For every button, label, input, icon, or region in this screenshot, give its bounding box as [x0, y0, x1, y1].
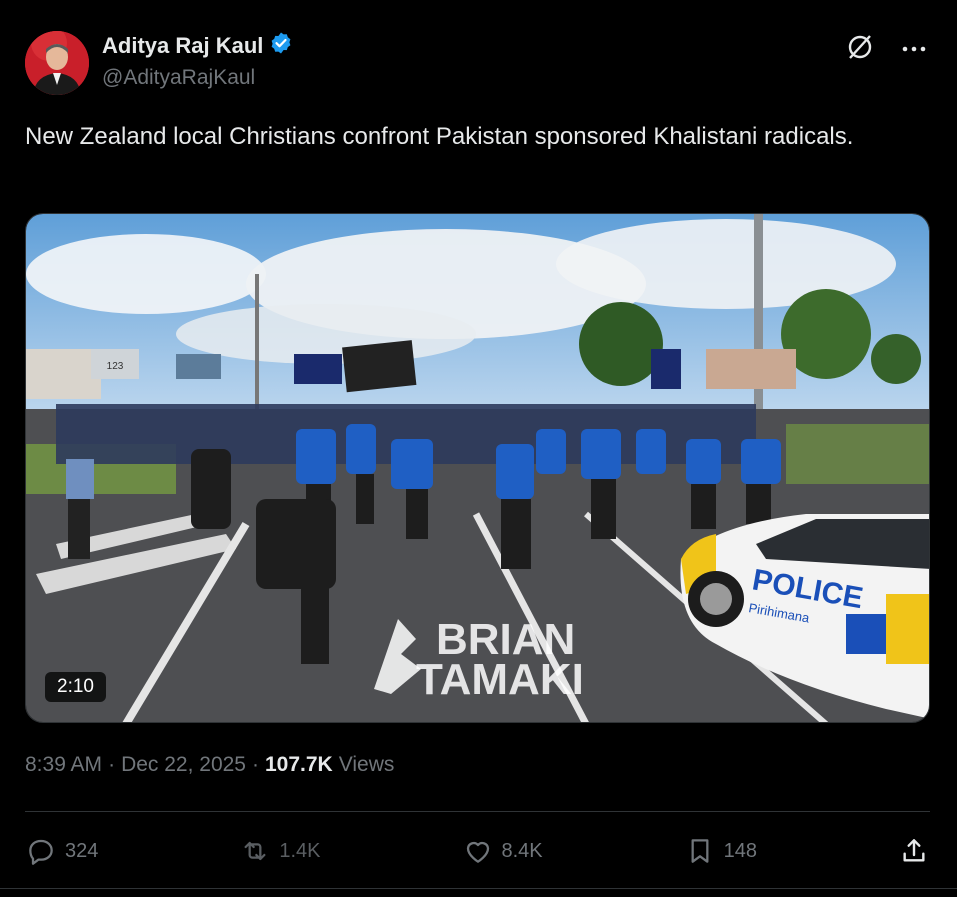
author-name-row[interactable]: Aditya Raj Kaul: [102, 31, 293, 60]
views-count: 107.7K: [265, 753, 333, 776]
author-handle[interactable]: @AdityaRajKaul: [102, 66, 255, 90]
repost-count: 1.4K: [279, 839, 321, 862]
verified-badge-icon: [269, 31, 293, 60]
grok-icon[interactable]: [845, 32, 875, 67]
meta-separator: ·: [252, 753, 259, 776]
bookmark-count: 148: [723, 839, 758, 862]
share-icon: [903, 839, 925, 862]
top-actions: [845, 32, 927, 67]
bottom-border: [0, 888, 957, 889]
divider: [25, 811, 930, 812]
watermark-line2: TAMAKI: [416, 655, 584, 704]
meta-separator: ·: [108, 753, 116, 776]
like-count: 8.4K: [501, 839, 543, 862]
reply-icon: [29, 839, 53, 865]
author-name[interactable]: Aditya Raj Kaul: [102, 33, 263, 59]
bookmark-icon: [691, 839, 709, 863]
avatar-image: [25, 31, 89, 95]
tweet-time[interactable]: 8:39 AM: [25, 753, 102, 777]
heart-icon: [466, 842, 489, 863]
tweet-date[interactable]: Dec 22, 2025: [121, 753, 246, 777]
repost-icon: [244, 841, 266, 861]
more-options-icon[interactable]: [901, 41, 927, 59]
repost-button[interactable]: 1.4K: [239, 835, 321, 867]
share-button[interactable]: [898, 835, 930, 867]
views-label: Views: [338, 753, 395, 776]
like-button[interactable]: 8.4K: [462, 835, 543, 867]
video-thumbnail: 123 POLICE Pirihimana BRIAN TAMAKI: [26, 214, 929, 722]
action-bar: 324 1.4K 8.4K 148: [25, 830, 930, 872]
sign-text: 123: [107, 361, 124, 372]
video-duration: 2:10: [45, 672, 106, 702]
bookmark-button[interactable]: 148: [684, 835, 757, 867]
avatar[interactable]: [25, 31, 89, 95]
tweet-meta: 8:39 AM · Dec 22, 2025 · 107.7K Views: [25, 753, 394, 777]
reply-count: 324: [65, 839, 99, 862]
tweet-text: New Zealand local Christians confront Pa…: [25, 123, 854, 150]
reply-button[interactable]: 324: [25, 835, 98, 867]
video-player[interactable]: 123 POLICE Pirihimana BRIAN TAMAKI: [25, 213, 930, 723]
